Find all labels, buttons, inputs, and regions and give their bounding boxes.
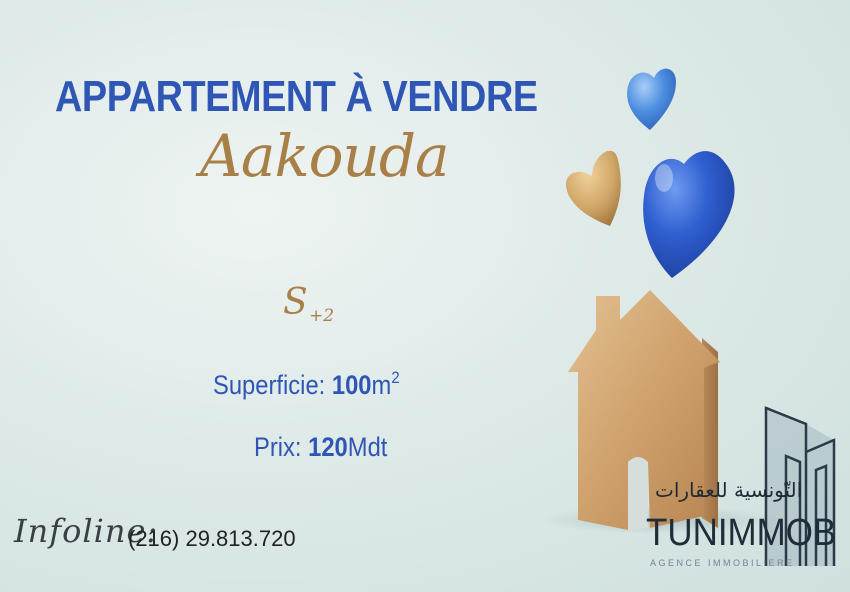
phone-number[interactable]: (216) 29.813.720 [128, 526, 296, 552]
price-line: Prix: 120Mdt [254, 432, 387, 463]
surface-line: Superficie: 100m2 [213, 368, 400, 401]
price-label: Prix: [254, 432, 302, 462]
surface-value: 100 [331, 370, 372, 400]
logo-tagline: AGENCE IMMOBILIERE [650, 558, 795, 568]
location-name: Aakouda [200, 122, 450, 190]
price-unit: Mdt [347, 432, 388, 462]
surface-label: Superficie: [213, 370, 326, 400]
logo-name: TUNIMMOB [646, 512, 837, 554]
price-value: 120 [308, 432, 348, 462]
listing-poster: APPARTEMENT À VENDRE Aakouda S +2 Superf… [0, 0, 850, 592]
heart-gold [565, 150, 621, 226]
listing-title: APPARTEMENT À VENDRE [55, 72, 538, 121]
surface-unit-sup: 2 [391, 368, 400, 387]
heart-light-blue [627, 68, 676, 130]
property-type-rooms: +2 [309, 306, 335, 326]
property-type: S [283, 282, 308, 323]
logo-arabic-text: التّونسية للعقارات [655, 478, 803, 502]
surface-unit: m [371, 370, 392, 400]
